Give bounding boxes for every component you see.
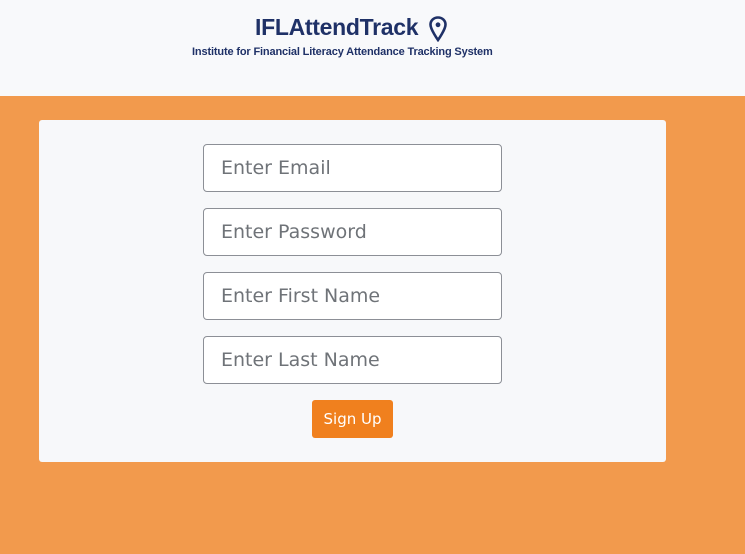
logo-subtitle: Institute for Financial Literacy Attenda… xyxy=(192,46,493,58)
signup-card: Sign Up xyxy=(39,120,666,462)
site-header: IFLAttendTrack Institute for Financial L… xyxy=(0,0,745,96)
last-name-field[interactable] xyxy=(203,336,502,384)
first-name-field[interactable] xyxy=(203,272,502,320)
logo-title: IFLAttendTrack xyxy=(255,14,419,40)
email-field[interactable] xyxy=(203,144,502,192)
map-pin-icon xyxy=(429,16,447,42)
page-body: Sign Up xyxy=(0,96,745,554)
sign-up-button[interactable]: Sign Up xyxy=(312,400,393,438)
password-field[interactable] xyxy=(203,208,502,256)
logo[interactable]: IFLAttendTrack Institute for Financial L… xyxy=(192,14,512,64)
